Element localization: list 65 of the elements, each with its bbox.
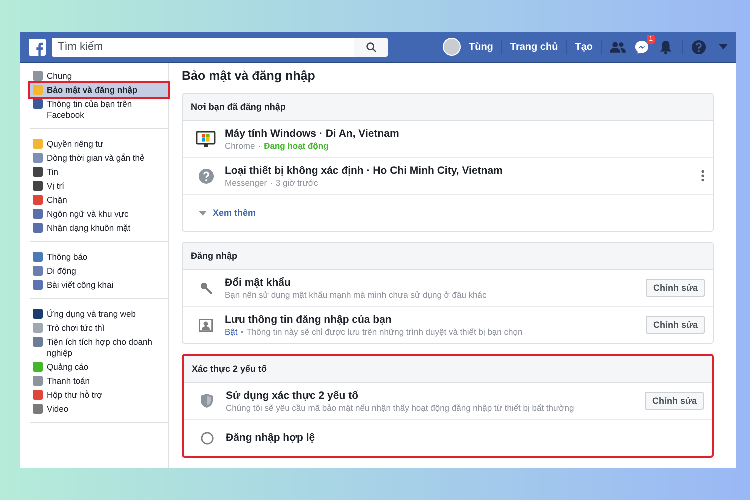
setting-description: Thông tin này sẽ chỉ được lưu trên những trình duyệt và thiết bị bạn chọn — [246, 326, 523, 336]
messenger-icon[interactable] — [634, 40, 650, 54]
sidebar-item[interactable]: Di động — [30, 264, 168, 278]
sidebar-item[interactable]: Nhận dạng khuôn mặt — [30, 221, 168, 235]
sidebar-item[interactable]: Ứng dụng và trang web — [30, 307, 168, 321]
sidebar-item[interactable]: Tin — [30, 165, 168, 179]
sidebar-item[interactable]: Ngôn ngữ và khu vực — [30, 207, 168, 221]
nav-link[interactable]: Trang chủ — [510, 42, 558, 52]
sidebar-item[interactable]: Thông tin của bạn trên Facebook — [30, 97, 168, 122]
profile-link[interactable]: Tùng — [468, 42, 494, 52]
sidebar-item[interactable]: Quảng cáo — [30, 360, 168, 374]
sidebar-item[interactable]: Quyền riêng tư — [30, 137, 168, 151]
more-options-icon[interactable] — [701, 170, 705, 182]
sidebar-item[interactable]: Vị trí — [30, 179, 168, 193]
search-icon[interactable] — [354, 38, 388, 56]
sidebar-item[interactable]: Chung — [30, 69, 168, 83]
separator-dot: · — [270, 178, 273, 188]
separator-dot: · — [258, 140, 262, 150]
session-title: Loại thiết bị không xác định · Ho Chi Minh City, Vietnam — [225, 164, 504, 176]
session-title: Máy tính Windows · Di An, Vietnam — [225, 128, 400, 140]
facebook-logo-icon[interactable] — [29, 38, 46, 56]
setting-description: Chúng tôi sẽ yêu cầu mã bảo mật nếu nhận thấy hoạt động đăng nhập từ thiết bị bất thường — [226, 402, 574, 412]
bell-icon[interactable] — [658, 40, 674, 54]
section-header: Xác thực 2 yếu tố — [184, 356, 712, 383]
search-field[interactable]: Tìm kiếm — [52, 38, 354, 56]
shield-icon — [201, 394, 213, 408]
sidebar-item[interactable]: Tiện ích tích hợp cho doanh nghiệp — [30, 335, 168, 360]
help-icon[interactable] — [691, 40, 707, 54]
profile-card-icon — [199, 318, 213, 332]
edit-button[interactable]: Chỉnh sửa — [645, 392, 704, 410]
question-icon — [198, 168, 214, 184]
sidebar-item[interactable]: Trò chơi tức thì — [30, 321, 168, 335]
sidebar-item[interactable]: Thanh toán — [30, 374, 168, 388]
setting-title: Sử dụng xác thực 2 yếu tố — [226, 390, 360, 402]
computer-icon — [196, 130, 216, 148]
page-title: Bảo mật và đăng nhập — [182, 68, 316, 85]
session-status: 3 giờ trước — [276, 178, 318, 188]
sidebar-item[interactable]: Thông báo — [30, 250, 168, 264]
sidebar-item[interactable]: Dòng thời gian và gắn thẻ — [30, 151, 168, 165]
session-status: Đang hoạt động — [264, 140, 329, 150]
section-header: Nơi bạn đã đăng nhập — [183, 94, 713, 121]
setting-title: Đăng nhập hợp lệ — [226, 432, 316, 444]
caret-icon[interactable] — [719, 44, 728, 50]
setting-title: Lưu thông tin đăng nhập của bạn — [225, 314, 393, 326]
setting-description: Bạn nên sử dụng mật khẩu mạnh mà mình chưa sử dụng ở đâu khác — [225, 290, 487, 300]
setting-status: Bật — [225, 326, 238, 336]
caret-icon — [199, 210, 207, 216]
section-header: Đăng nhập — [183, 243, 713, 270]
edit-button[interactable]: Chỉnh sửa — [646, 316, 705, 334]
sidebar-item[interactable]: Hộp thư hỗ trợ — [30, 388, 168, 402]
app-name: Messenger — [225, 178, 268, 188]
avatar-icon[interactable] — [442, 38, 461, 56]
setting-title: Đổi mật khẩu — [225, 276, 292, 288]
separator-dot: • — [240, 326, 244, 336]
sidebar-item[interactable]: Video — [30, 402, 168, 416]
sidebar-item[interactable]: Bài viết công khai — [30, 278, 168, 292]
device-icon — [200, 432, 214, 444]
edit-button[interactable]: Chỉnh sửa — [646, 279, 705, 297]
sidebar-item[interactable]: Bảo mật và đăng nhập — [30, 83, 168, 97]
nav-link[interactable]: Tạo — [575, 42, 593, 52]
see-more-link[interactable]: Xem thêm — [199, 208, 256, 218]
key-icon — [200, 282, 212, 294]
app-name: Chrome — [225, 140, 256, 150]
friends-icon[interactable] — [610, 40, 626, 54]
sidebar-item[interactable]: Chặn — [30, 193, 168, 207]
